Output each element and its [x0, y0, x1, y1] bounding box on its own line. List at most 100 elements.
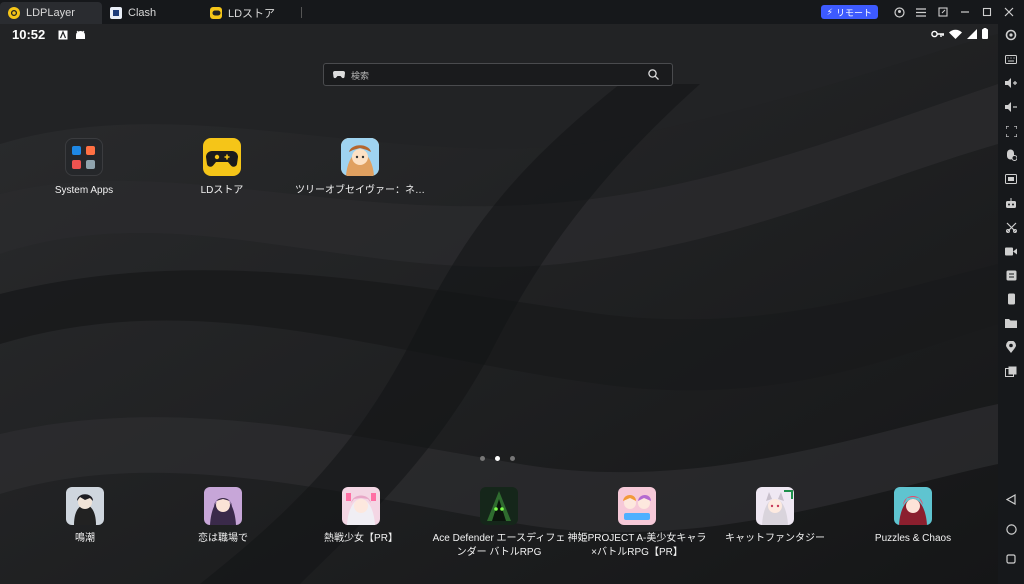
- maximize-button[interactable]: [976, 0, 998, 24]
- tab-label: LDストア: [228, 8, 276, 20]
- home-circle-icon: [1005, 523, 1017, 535]
- remote-label: リモート: [835, 7, 872, 18]
- wuthering-waves-icon: [66, 487, 104, 525]
- gamepad-icon: [333, 71, 345, 79]
- hamburger-menu-icon: [916, 7, 926, 17]
- folder-icon: [1005, 319, 1017, 328]
- tree-of-savior-icon: [341, 138, 379, 176]
- wifi-icon: [949, 29, 962, 39]
- fullscreen-icon: [1005, 125, 1017, 137]
- page-indicator: [480, 456, 515, 461]
- emulator-toolbar: [998, 24, 1024, 584]
- toolbar-volume-down[interactable]: [1004, 100, 1018, 114]
- app-label: Ace Defender エースディフェンダー バトルRPG: [432, 533, 566, 558]
- tab-label: Clash: [128, 7, 157, 19]
- close-icon: [1004, 7, 1014, 17]
- toolbar-shake[interactable]: [1004, 292, 1018, 306]
- location-pin-icon: [1006, 341, 1016, 353]
- minimize-icon: [961, 11, 969, 13]
- app-label: ツリーオブセイヴァー：ネ…: [295, 185, 425, 196]
- tab-ldstore[interactable]: LDストア: [202, 2, 302, 24]
- toolbar-volume-up[interactable]: [1004, 76, 1018, 90]
- app-system-apps[interactable]: System Apps: [19, 138, 149, 197]
- page-dot[interactable]: [480, 456, 485, 461]
- clash-app-icon: [110, 7, 122, 19]
- app-label: 鳴潮: [75, 533, 95, 544]
- android-robot-icon: [75, 29, 86, 40]
- toolbar-robot[interactable]: [1004, 196, 1018, 210]
- window-titlebar: LDPLayer Clash LDストア ⚡ リモート: [0, 0, 1024, 25]
- search-icon: [648, 69, 659, 80]
- page-dot[interactable]: [510, 456, 515, 461]
- toolbar-scissors[interactable]: [1004, 220, 1018, 234]
- dock-app-ace-defender[interactable]: Ace Defender エースディフェンダー バトルRPG: [429, 487, 569, 560]
- ldplayer-logo-icon: [8, 7, 20, 19]
- account-button[interactable]: [888, 0, 910, 24]
- scissors-icon: [1005, 222, 1017, 233]
- status-time: 10:52: [12, 27, 46, 42]
- toolbar-settings[interactable]: [1004, 28, 1018, 42]
- window-controls: ⚡ リモート: [820, 0, 1024, 24]
- toolbar-operation-record[interactable]: [1004, 148, 1018, 162]
- volume-up-icon: [1005, 78, 1017, 88]
- nav-back-button[interactable]: [1004, 492, 1018, 506]
- robot-script-icon: [1006, 197, 1016, 208]
- dock-app-cat-fantasy[interactable]: キャットファンタジー: [705, 487, 845, 546]
- toolbar-keyboard[interactable]: [1004, 52, 1018, 66]
- apk-install-icon: [1006, 270, 1016, 280]
- dock-app-wuthering-waves[interactable]: 鳴潮: [15, 487, 155, 546]
- tab-label: LDPLayer: [26, 7, 75, 19]
- app-tree-of-savior[interactable]: ツリーオブセイヴァー：ネ…: [295, 138, 425, 197]
- system-apps-folder-icon: [65, 138, 103, 176]
- dock-app-nessen-shoujo[interactable]: 熱戦少女【PR】: [291, 487, 431, 546]
- app-label: 神姫PROJECT A-美少女キャラ×バトルRPG【PR】: [567, 533, 707, 558]
- minimize-button[interactable]: [954, 0, 976, 24]
- settings-gear-icon: [1005, 29, 1017, 41]
- lightning-icon: ⚡: [826, 6, 833, 17]
- app-label: 熱戦少女【PR】: [324, 533, 398, 544]
- app-label: Puzzles & Chaos: [874, 533, 952, 544]
- dock-app-kamihime-project[interactable]: 神姫PROJECT A-美少女キャラ×バトルRPG【PR】: [567, 487, 707, 560]
- screenshot-icon: [1005, 174, 1017, 184]
- app-label: System Apps: [54, 185, 114, 196]
- sync-window-button[interactable]: [932, 0, 954, 24]
- dock-app-puzzles-and-chaos[interactable]: Puzzles & Chaos: [843, 487, 983, 546]
- nessen-shoujo-icon: [342, 487, 380, 525]
- multi-instance-icon: [1005, 366, 1017, 377]
- recents-square-icon: [1006, 554, 1016, 564]
- tab-clash[interactable]: Clash: [102, 2, 202, 24]
- remote-button[interactable]: ⚡ リモート: [820, 5, 878, 19]
- puzzles-and-chaos-icon: [894, 487, 932, 525]
- toolbar-screenshot[interactable]: [1004, 172, 1018, 186]
- phone-shake-icon: [1007, 293, 1015, 305]
- battery-icon: [982, 28, 988, 39]
- notification-a-icon: [57, 29, 68, 40]
- app-label: 恋は職場で: [198, 533, 248, 544]
- ldstore-gamepad-icon: [210, 7, 222, 19]
- nav-home-button[interactable]: [1004, 522, 1018, 536]
- toolbar-shared-folder[interactable]: [1004, 316, 1018, 330]
- dock-app-koi-wa-shokuba-de[interactable]: 恋は職場で: [153, 487, 293, 546]
- vpn-key-icon: [931, 30, 944, 37]
- page-dot-active[interactable]: [495, 456, 500, 461]
- search-bar[interactable]: 検索: [323, 63, 673, 86]
- cat-fantasy-icon: [756, 487, 794, 525]
- menu-button[interactable]: [910, 0, 932, 24]
- koi-wa-shokuba-de-icon: [204, 487, 242, 525]
- keyboard-icon: [1005, 54, 1017, 64]
- close-button[interactable]: [998, 0, 1020, 24]
- app-ldstore[interactable]: LDストア: [157, 138, 287, 197]
- toolbar-video-record[interactable]: [1004, 244, 1018, 258]
- app-label: キャットファンタジー: [725, 533, 825, 544]
- toolbar-location[interactable]: [1004, 340, 1018, 354]
- video-record-icon: [1005, 247, 1017, 255]
- toolbar-multi-instance[interactable]: [1004, 364, 1018, 378]
- toolbar-fullscreen[interactable]: [1004, 124, 1018, 138]
- status-icons: [931, 28, 988, 39]
- tab-ldplayer[interactable]: LDPLayer: [0, 2, 102, 24]
- window-sync-icon: [938, 7, 948, 17]
- nav-recents-button[interactable]: [1004, 552, 1018, 566]
- toolbar-install-apk[interactable]: [1004, 268, 1018, 282]
- android-home-screen: 10:52 検索 System Apps LDストア ツリーオブセイヴァー：ネ……: [0, 24, 998, 584]
- volume-down-icon: [1005, 102, 1017, 112]
